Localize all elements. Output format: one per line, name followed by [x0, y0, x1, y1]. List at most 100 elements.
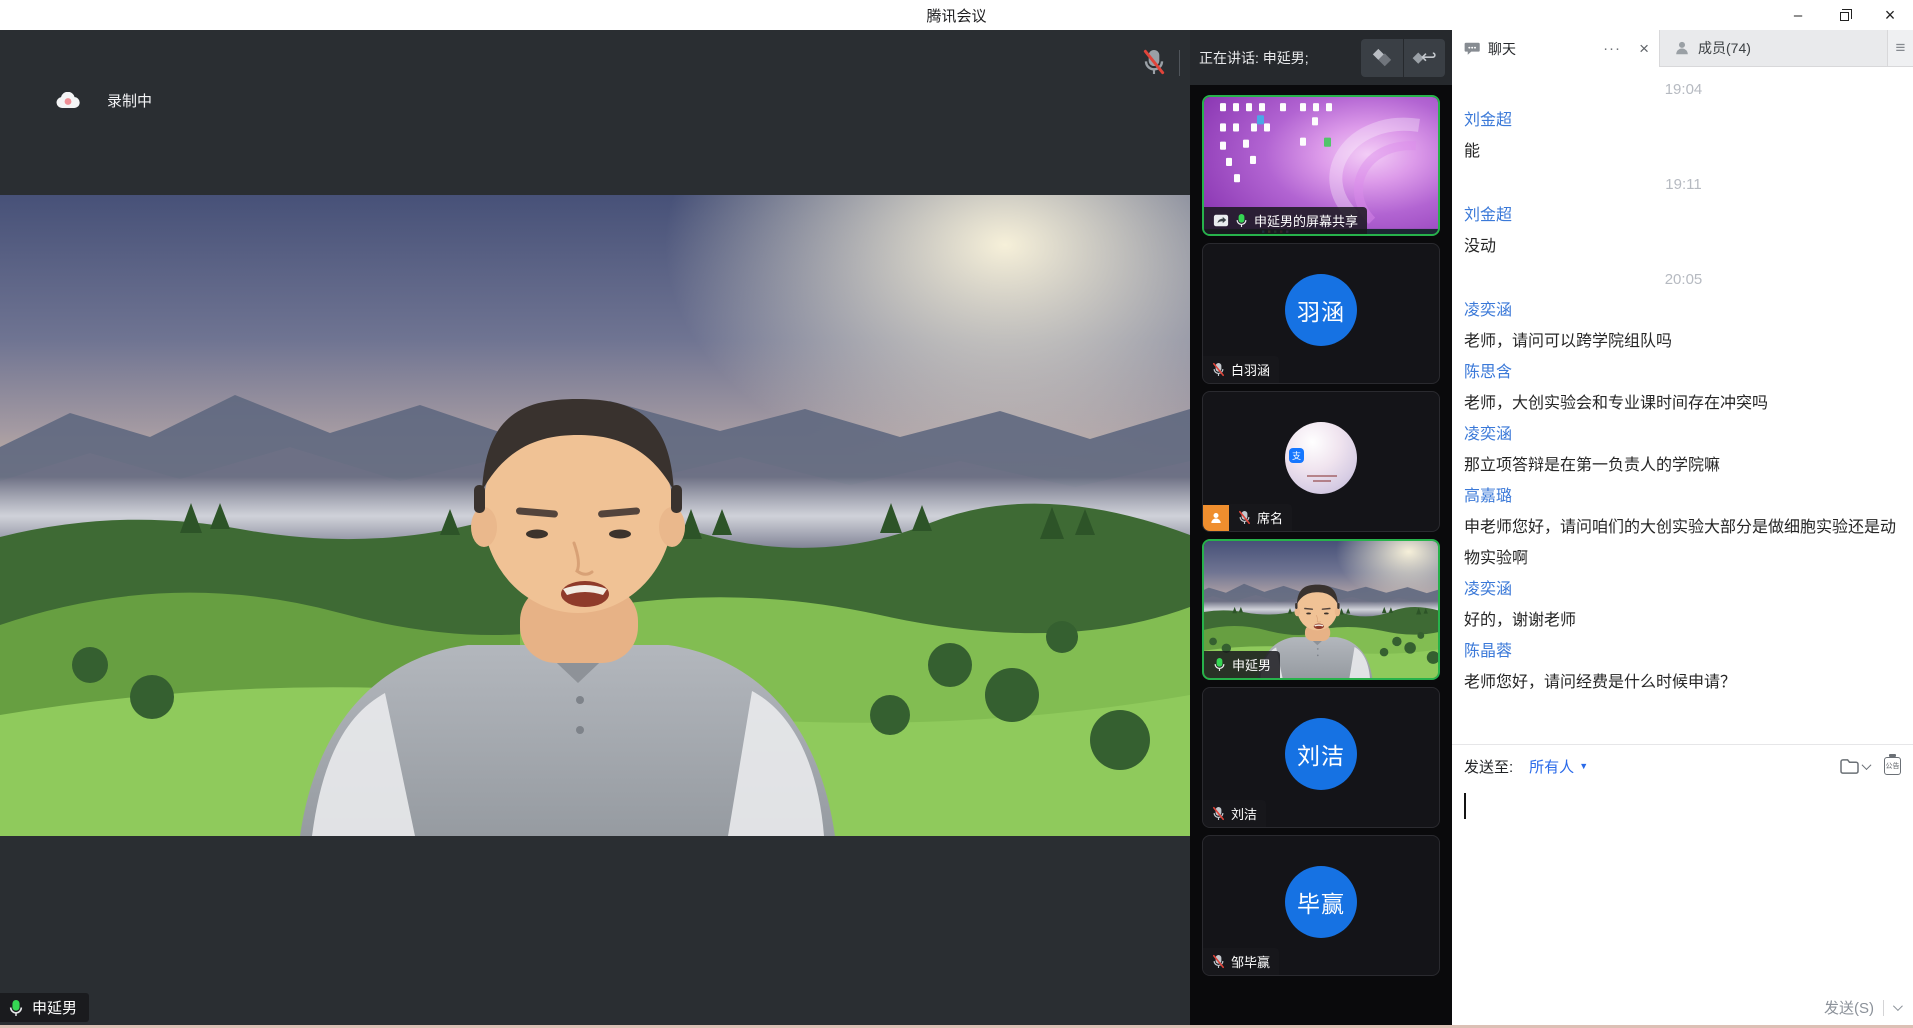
speaker-name: 申延男: [32, 997, 77, 1018]
close-icon: ×: [1885, 5, 1896, 26]
chevron-down-icon[interactable]: [1893, 1001, 1903, 1011]
mic-muted-icon: [1212, 362, 1225, 377]
strip-header: 正在讲话: 申延男; ↩: [1190, 30, 1452, 85]
message-text: 老师您好，请问经费是什么时候申请？: [1464, 667, 1903, 698]
tile-name: 白羽涵: [1231, 360, 1270, 379]
minimize-icon: –: [1794, 7, 1802, 24]
tile-label: 申延男的屏幕共享: [1204, 207, 1367, 234]
layout-switch-button[interactable]: [1361, 39, 1403, 77]
sender-name: 陈思含: [1464, 357, 1903, 388]
restore-icon: [1840, 12, 1849, 21]
folder-icon: [1839, 758, 1860, 775]
send-to-label: 发送至:: [1464, 756, 1513, 777]
restore-button[interactable]: [1821, 0, 1867, 30]
chat-history-button[interactable]: [1839, 758, 1870, 775]
tile-label: 白羽涵: [1203, 356, 1279, 383]
tile-label: 申延男: [1204, 651, 1280, 678]
chat-timestamp: 19:04: [1464, 74, 1903, 105]
text-cursor: [1464, 793, 1466, 819]
tile-participant[interactable]: 支 席名: [1202, 391, 1440, 532]
sender-name: 刘金超: [1464, 105, 1903, 136]
speaker-name-label: 申延男: [0, 993, 89, 1022]
main-video-area[interactable]: 录制中 申延男: [0, 30, 1190, 1028]
chat-message: 凌奕涵 那立项答辩是在第一负责人的学院嘛: [1464, 419, 1903, 481]
mic-muted-icon: [1238, 510, 1251, 525]
chevron-down-icon: [1862, 760, 1872, 770]
tab-members[interactable]: 成员(74): [1660, 30, 1888, 66]
speaking-banner: 正在讲话: 申延男;: [1199, 48, 1361, 68]
panel-menu-button[interactable]: ≡: [1888, 30, 1913, 66]
screen-share-icon: [1213, 214, 1229, 227]
tile-name: 申延男: [1232, 655, 1271, 674]
mic-muted-icon[interactable]: [1142, 48, 1166, 76]
chat-message-list[interactable]: 19:04 刘金超 能 19:11 刘金超 没动 20:05 凌奕涵 老师，请问…: [1452, 67, 1913, 744]
avatar: 刘洁: [1285, 718, 1357, 790]
tile-label: 席名: [1229, 504, 1292, 531]
send-button[interactable]: 发送(S): [1824, 997, 1874, 1018]
tab-members-label: 成员(74): [1698, 38, 1751, 58]
chat-input[interactable]: [1464, 793, 1901, 963]
chat-bubble-icon: [1464, 41, 1480, 57]
tile-participant[interactable]: 羽涵 白羽涵: [1202, 243, 1440, 384]
chat-message: 陈思含 老师，大创实验会和专业课时间存在冲突吗: [1464, 357, 1903, 419]
menu-icon: ≡: [1896, 38, 1906, 58]
person-badge-icon: [1203, 505, 1229, 531]
tile-screen-share[interactable]: 申延男的屏幕共享: [1202, 95, 1440, 236]
message-text: 申老师您好，请问咱们的大创实验大部分是做细胞实验还是动物实验啊: [1464, 512, 1903, 574]
chat-composer: 发送至: 所有人 ▼ 公告: [1452, 744, 1913, 1028]
avatar: 支: [1285, 422, 1357, 494]
send-button-group: 发送(S): [1824, 997, 1900, 1018]
restore-view-button[interactable]: ↩: [1404, 39, 1446, 77]
tile-name: 刘洁: [1231, 804, 1257, 823]
tab-chat[interactable]: 聊天 ··· ×: [1452, 30, 1660, 67]
message-text: 好的，谢谢老师: [1464, 605, 1903, 636]
mic-muted-icon: [1212, 806, 1225, 821]
announcement-button[interactable]: 公告: [1884, 757, 1901, 775]
avatar-app-badge: 支: [1289, 448, 1304, 463]
speaker-video: [0, 195, 1190, 836]
tile-participant[interactable]: 刘洁 刘洁: [1202, 687, 1440, 828]
minimize-button[interactable]: –: [1775, 0, 1821, 30]
chat-message: 陈晶蓉 老师您好，请问经费是什么时候申请？: [1464, 636, 1903, 698]
more-icon[interactable]: ···: [1603, 40, 1621, 57]
announcement-icon: 公告: [1884, 757, 1901, 775]
mic-on-icon: [1235, 213, 1248, 228]
sender-name: 凌奕涵: [1464, 574, 1903, 605]
cloud-record-icon: [55, 92, 81, 110]
tile-name: 邹毕赢: [1231, 952, 1270, 971]
recording-label: 录制中: [107, 90, 152, 111]
app-window: 腾讯会议 – × 录制中 申延男 正在讲话: 申延男;: [0, 0, 1913, 1028]
avatar-caption-lines: [1307, 475, 1337, 482]
tile-participant[interactable]: 毕赢 邹毕赢: [1202, 835, 1440, 976]
strip-header-buttons: ↩: [1361, 39, 1445, 77]
sender-name: 刘金超: [1464, 200, 1903, 231]
chat-message: 刘金超 能: [1464, 105, 1903, 167]
message-text: 没动: [1464, 231, 1903, 262]
chat-message: 高嘉璐 申老师您好，请问咱们的大创实验大部分是做细胞实验还是动物实验啊: [1464, 481, 1903, 574]
panel-tabbar: 聊天 ··· × 成员(74) ≡: [1452, 30, 1913, 67]
members-icon: [1674, 40, 1690, 56]
avatar: 羽涵: [1285, 274, 1357, 346]
meeting-content: 录制中 申延男 正在讲话: 申延男; ↩: [0, 30, 1913, 1028]
sender-name: 凌奕涵: [1464, 295, 1903, 326]
window-controls: – ×: [1775, 0, 1913, 30]
recording-indicator[interactable]: 录制中: [55, 90, 152, 111]
close-chat-icon[interactable]: ×: [1639, 39, 1649, 59]
send-to-dropdown[interactable]: 所有人 ▼: [1529, 756, 1588, 777]
tile-name: 席名: [1257, 508, 1283, 527]
chat-message: 刘金超 没动: [1464, 200, 1903, 262]
sender-name: 高嘉璐: [1464, 481, 1903, 512]
window-title: 腾讯会议: [926, 5, 986, 26]
tile-label: 刘洁: [1203, 800, 1266, 827]
back-arrow-icon: ↩: [1421, 48, 1437, 67]
message-text: 老师，请问可以跨学院组队吗: [1464, 326, 1903, 357]
close-button[interactable]: ×: [1867, 0, 1913, 30]
chat-panel: 聊天 ··· × 成员(74) ≡ 19:04 刘金超 能: [1452, 30, 1913, 1028]
tile-name: 申延男的屏幕共享: [1254, 211, 1358, 230]
topbar-divider: [1179, 50, 1180, 76]
tile-speaker-video[interactable]: 申延男: [1202, 539, 1440, 680]
mic-muted-icon: [1212, 954, 1225, 969]
tile-label: 邹毕赢: [1203, 948, 1279, 975]
tile-list: 申延男的屏幕共享 羽涵 白羽涵: [1202, 95, 1440, 976]
title-bar: 腾讯会议 – ×: [0, 0, 1913, 30]
